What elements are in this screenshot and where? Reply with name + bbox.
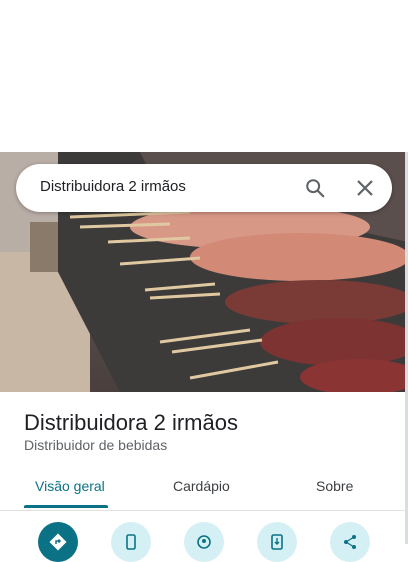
- phone-icon: [126, 534, 136, 550]
- call-button[interactable]: [111, 522, 151, 562]
- search-input[interactable]: Distribuidora 2 irmãos: [40, 178, 186, 195]
- active-tab-indicator: [24, 505, 108, 508]
- close-icon[interactable]: [355, 178, 375, 198]
- nearby-icon: [197, 535, 211, 549]
- share-icon: [344, 535, 356, 549]
- place-title: Distribuidora 2 irmãos: [24, 410, 238, 435]
- place-category: Distribuidor de bebidas: [24, 437, 168, 453]
- share-button[interactable]: [330, 522, 370, 562]
- save-to-phone-icon: [271, 534, 283, 550]
- tab-menu[interactable]: Cardápio: [173, 478, 230, 494]
- search-icon[interactable]: [304, 177, 326, 199]
- nearby-button[interactable]: [184, 522, 224, 562]
- directions-button[interactable]: [38, 522, 78, 562]
- map-blank-area: [0, 0, 408, 152]
- tab-about[interactable]: Sobre: [316, 478, 353, 494]
- directions-icon: [49, 533, 67, 551]
- send-to-phone-button[interactable]: [257, 522, 297, 562]
- tab-overview[interactable]: Visão geral: [35, 478, 105, 494]
- search-bar[interactable]: Distribuidora 2 irmãos: [16, 164, 392, 212]
